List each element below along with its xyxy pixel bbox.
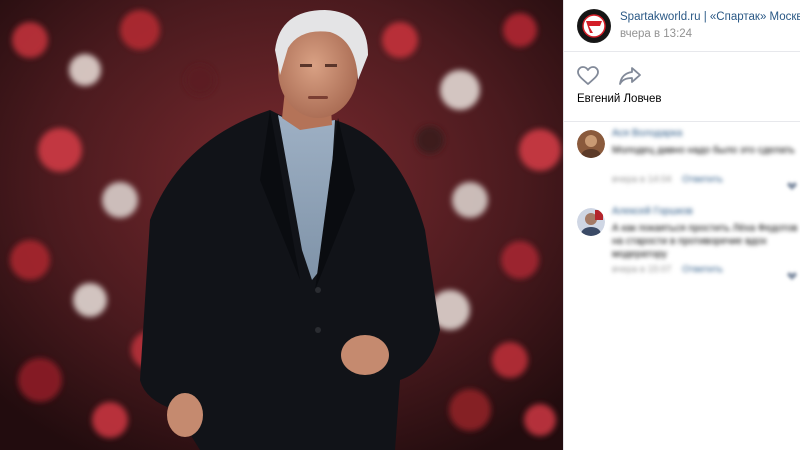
comments-list: Ася Володарка Молодец давно надо было эт…: [564, 122, 800, 450]
comment-item: Ася Володарка Молодец давно надо было эт…: [564, 122, 800, 200]
photo-illustration: [0, 0, 563, 450]
comment-like-icon[interactable]: [787, 267, 797, 280]
comment-date[interactable]: вчера в 14:04: [612, 174, 672, 185]
heart-icon[interactable]: [577, 66, 599, 86]
comment-reply-link[interactable]: Ответить: [682, 264, 723, 275]
comment-meta: вчера в 15:07 Ответить: [612, 264, 723, 275]
comment-author-link[interactable]: Ася Володарка: [612, 128, 682, 139]
post-photo[interactable]: [0, 0, 563, 450]
group-avatar[interactable]: [577, 9, 611, 43]
post-actions: Евгений Ловчев: [564, 52, 800, 122]
comment-date[interactable]: вчера в 15:07: [612, 264, 672, 275]
spartak-logo-icon: [578, 10, 610, 42]
comment-like-icon[interactable]: [787, 177, 797, 190]
post-time[interactable]: вчера в 13:24: [620, 28, 692, 40]
post-caption: Евгений Ловчев: [577, 93, 662, 105]
share-arrow-icon[interactable]: [619, 66, 641, 86]
commenter-avatar[interactable]: [577, 208, 605, 236]
comment-author-link[interactable]: Алексей Горшков: [612, 206, 693, 217]
post-header: Spartakworld.ru | «Спартак» Москва вчера…: [564, 0, 800, 52]
comment-item: Алексей Горшков А как покаяться простить…: [564, 200, 800, 280]
comment-text: Молодец давно надо было это сделать: [612, 145, 795, 156]
comment-reply-link[interactable]: Ответить: [682, 174, 723, 185]
comment-meta: вчера в 14:04 Ответить: [612, 174, 723, 185]
commenter-avatar[interactable]: [577, 130, 605, 158]
group-name-link[interactable]: Spartakworld.ru | «Спартак» Москва: [620, 11, 800, 23]
post-side-panel: Spartakworld.ru | «Спартак» Москва вчера…: [563, 0, 800, 450]
comment-text: А как покаяться простить Лёха Федотов на…: [612, 223, 798, 260]
